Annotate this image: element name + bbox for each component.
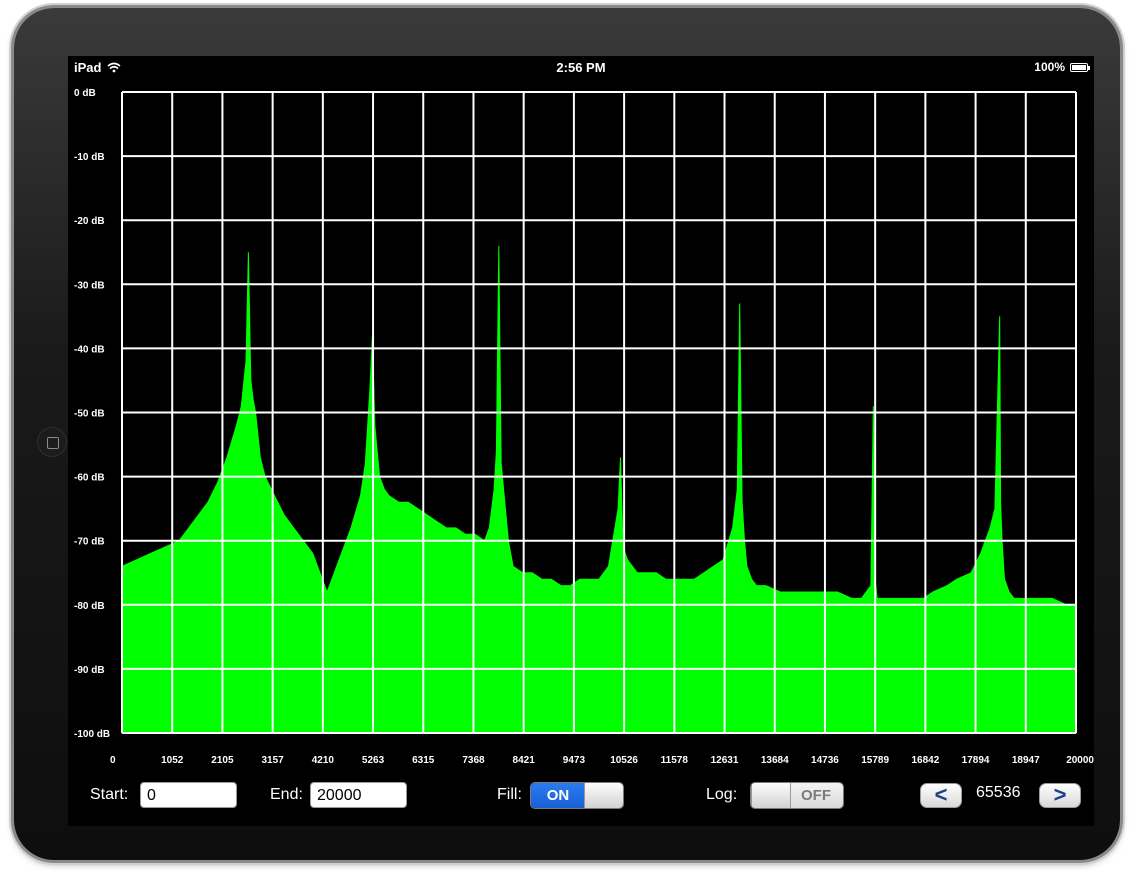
y-tick-label: -20 dB (74, 216, 105, 227)
log-switch[interactable]: OFF (750, 782, 844, 809)
end-input[interactable]: 20000 (310, 782, 407, 808)
screen: iPad 2:56 PM 100% 0 dB -10 dB -20 dB -30 dB… (68, 56, 1094, 826)
start-label: Start: (90, 786, 129, 803)
control-bar: Start: 0 End: 20000 Fill: ON Log: OFF < … (68, 778, 1094, 826)
log-switch-off-text: OFF (789, 783, 843, 808)
x-tick-label: 20000 (1066, 755, 1094, 766)
x-tick-label: 8421 (513, 755, 536, 766)
x-tick-label: 1052 (161, 755, 184, 766)
next-button[interactable]: > (1039, 783, 1081, 808)
home-button[interactable] (37, 427, 67, 457)
x-tick-label: 4210 (312, 755, 335, 766)
y-tick-label: -10 dB (74, 152, 105, 163)
status-time: 2:56 PM (556, 60, 606, 75)
x-tick-label: 12631 (711, 755, 739, 766)
x-tick-label: 15789 (861, 755, 889, 766)
x-tick-label: 18947 (1012, 755, 1040, 766)
y-tick-label: -100 dB (74, 729, 110, 740)
fill-switch-knob (584, 783, 623, 808)
spectrum-area (121, 245, 1077, 734)
status-right: 100% (1034, 60, 1090, 74)
x-tick-label: 10526 (610, 755, 638, 766)
y-tick-label: -70 dB (74, 537, 105, 548)
y-tick-label: -60 dB (74, 473, 105, 484)
y-tick-label: -30 dB (74, 280, 105, 291)
home-square-icon (47, 437, 59, 449)
y-tick-label: 0 dB (74, 88, 96, 99)
x-tick-label: 13684 (761, 755, 789, 766)
log-label: Log: (706, 786, 738, 803)
fill-switch-on-text: ON (531, 783, 585, 808)
spectrum-chart[interactable]: 0 dB -10 dB -20 dB -30 dB -40 dB -50 dB -60 dB… (68, 78, 1094, 778)
x-tick-label: 11578 (661, 755, 689, 766)
x-tick-label: 5263 (362, 755, 385, 766)
y-tick-label: -50 dB (74, 409, 105, 420)
x-tick-label: 9473 (563, 755, 586, 766)
start-input[interactable]: 0 (140, 782, 237, 808)
x-tick-label: 14736 (811, 755, 839, 766)
y-tick-label: -40 dB (74, 344, 105, 355)
x-tick-label: 0 (110, 755, 116, 766)
x-tick-label: 7368 (462, 755, 485, 766)
x-tick-label: 6315 (412, 755, 435, 766)
fill-label: Fill: (497, 786, 522, 803)
y-tick-label: -80 dB (74, 601, 105, 612)
x-tick-label: 2105 (211, 755, 234, 766)
log-switch-knob (751, 783, 791, 808)
battery-percent: 100% (1034, 60, 1065, 74)
previous-button[interactable]: < (920, 783, 962, 808)
y-tick-label: -90 dB (74, 665, 105, 676)
end-label: End: (270, 786, 303, 803)
x-tick-label: 17894 (962, 755, 990, 766)
battery-icon (1070, 62, 1090, 72)
x-tick-label: 3157 (262, 755, 285, 766)
status-bar: iPad 2:56 PM 100% (68, 56, 1094, 78)
x-tick-label: 16842 (911, 755, 939, 766)
fft-size-label: 65536 (976, 784, 1021, 801)
ipad-frame: iPad 2:56 PM 100% 0 dB -10 dB -20 dB -30 dB… (14, 8, 1120, 860)
fill-switch[interactable]: ON (530, 782, 624, 809)
